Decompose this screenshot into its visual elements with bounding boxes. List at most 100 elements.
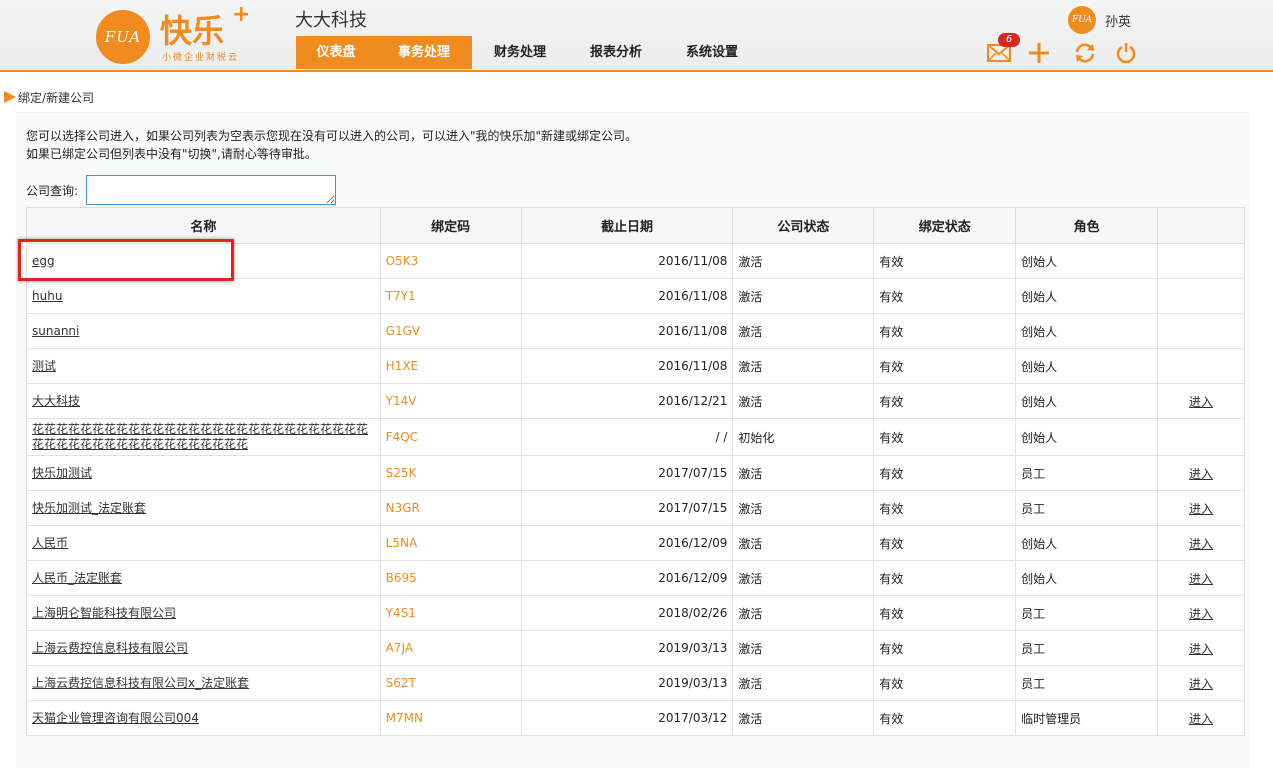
company-name-link[interactable]: 人民币_法定账套 <box>32 571 122 586</box>
company-name-link[interactable]: 上海云费控信息科技有限公司 <box>32 641 188 656</box>
current-company-name: 大大科技 <box>295 10 367 31</box>
company-name-link[interactable]: 人民币 <box>32 536 68 551</box>
refresh-icon[interactable] <box>1072 40 1098 66</box>
cell-role: 创始人 <box>1015 418 1158 456</box>
cell-name: 上海云费控信息科技有限公司x_法定账套 <box>26 665 381 701</box>
user-name[interactable]: 孙英 <box>1105 11 1131 30</box>
company-name-link[interactable]: egg <box>32 254 55 269</box>
cell-bind-status: 有效 <box>873 278 1017 314</box>
cell-action: 进入 <box>1157 490 1245 526</box>
cell-code: S25K <box>379 455 522 491</box>
cell-role: 创始人 <box>1015 383 1158 419</box>
power-icon[interactable] <box>1113 40 1139 66</box>
table-row: huhu T7Y1 2016/11/08 激活 有效 创始人 <box>26 278 1245 314</box>
cell-code: B695 <box>379 560 522 596</box>
enter-link[interactable]: 进入 <box>1189 712 1213 726</box>
nav-reports[interactable]: 报表分析 <box>568 36 664 69</box>
search-label: 公司查询: <box>26 184 79 198</box>
cell-date: 2017/07/15 <box>520 455 734 491</box>
cell-status: 激活 <box>732 595 875 631</box>
company-name-link[interactable]: sunanni <box>32 324 79 339</box>
cell-name: 上海明仑智能科技有限公司 <box>26 595 381 631</box>
cell-action <box>1157 313 1245 349</box>
cell-status: 激活 <box>732 383 875 419</box>
company-name-link[interactable]: 花花花花花花花花花花花花花花花花花花花花花花花花花花花花花花花花花花花花花花花花… <box>32 422 375 452</box>
breadcrumb-arrow-icon <box>4 91 16 103</box>
cell-status: 激活 <box>732 243 875 279</box>
nav-settings[interactable]: 系统设置 <box>664 36 760 69</box>
cell-action: 进入 <box>1157 595 1245 631</box>
table-row: 人民币 L5NA 2016/12/09 激活 有效 创始人 进入 <box>26 525 1245 561</box>
company-name-link[interactable]: 天猫企业管理咨询有限公司004 <box>32 711 199 726</box>
table-row: 上海云费控信息科技有限公司 A7JA 2019/03/13 激活 有效 员工 进入 <box>26 630 1245 666</box>
cell-code: Y14V <box>379 383 522 419</box>
cell-date: 2016/11/08 <box>520 243 734 279</box>
enter-link[interactable]: 进入 <box>1189 395 1213 409</box>
company-name-link[interactable]: 上海明仑智能科技有限公司 <box>32 606 176 621</box>
cell-action: 进入 <box>1157 700 1245 736</box>
cell-action <box>1157 243 1245 279</box>
company-name-link[interactable]: 快乐加测试 <box>32 466 92 481</box>
enter-link[interactable]: 进入 <box>1189 572 1213 586</box>
table-row: sunanni G1GV 2016/11/08 激活 有效 创始人 <box>26 313 1245 349</box>
enter-link[interactable]: 进入 <box>1189 537 1213 551</box>
company-name-link[interactable]: huhu <box>32 289 62 304</box>
col-header-bind: 绑定状态 <box>873 207 1017 244</box>
cell-role: 员工 <box>1015 665 1158 701</box>
cell-action <box>1157 278 1245 314</box>
cell-name: huhu <box>26 278 381 314</box>
company-name-link[interactable]: 上海云费控信息科技有限公司x_法定账套 <box>32 676 249 691</box>
cell-role: 员工 <box>1015 595 1158 631</box>
brand-logo[interactable]: FUA <box>96 10 150 64</box>
enter-link[interactable]: 进入 <box>1189 502 1213 516</box>
brand-plus: + <box>232 2 251 27</box>
company-name-link[interactable]: 快乐加测试_法定账套 <box>32 501 146 516</box>
table-header-row: 名称 绑定码 截止日期 公司状态 绑定状态 角色 <box>26 207 1245 244</box>
cell-code: H1XE <box>379 348 522 384</box>
company-name-link[interactable]: 测试 <box>32 359 56 374</box>
cell-role: 员工 <box>1015 455 1158 491</box>
cell-bind-status: 有效 <box>873 630 1017 666</box>
cell-action <box>1157 418 1245 456</box>
notice-line-1: 您可以选择公司进入，如果公司列表为空表示您现在没有可以进入的公司，可以进入"我的… <box>26 129 638 143</box>
user-avatar[interactable]: FUA <box>1068 6 1096 34</box>
table-row: 快乐加测试_法定账套 N3GR 2017/07/15 激活 有效 员工 进入 <box>26 490 1245 526</box>
cell-code: L5NA <box>379 525 522 561</box>
breadcrumb: 绑定/新建公司 <box>0 88 94 106</box>
company-search-input[interactable] <box>86 175 336 205</box>
add-icon[interactable] <box>1026 40 1052 66</box>
cell-action <box>1157 348 1245 384</box>
enter-link[interactable]: 进入 <box>1189 607 1213 621</box>
cell-date: 2016/12/09 <box>520 525 734 561</box>
brand-name: 快乐 <box>160 12 225 50</box>
nav-finance[interactable]: 财务处理 <box>472 36 568 69</box>
cell-role: 员工 <box>1015 490 1158 526</box>
cell-code: O5K3 <box>379 243 522 279</box>
table-row: 快乐加测试 S25K 2017/07/15 激活 有效 员工 进入 <box>26 455 1245 491</box>
cell-status: 激活 <box>732 525 875 561</box>
enter-link[interactable]: 进入 <box>1189 467 1213 481</box>
cell-status: 初始化 <box>732 418 875 456</box>
cell-role: 创始人 <box>1015 313 1158 349</box>
cell-code: G1GV <box>379 313 522 349</box>
cell-date: 2016/11/08 <box>520 313 734 349</box>
cell-role: 员工 <box>1015 630 1158 666</box>
cell-date: 2019/03/13 <box>520 665 734 701</box>
cell-bind-status: 有效 <box>873 313 1017 349</box>
cell-role: 临时管理员 <box>1015 700 1158 736</box>
cell-bind-status: 有效 <box>873 348 1017 384</box>
company-name-link[interactable]: 大大科技 <box>32 394 80 409</box>
cell-action: 进入 <box>1157 525 1245 561</box>
nav-transactions[interactable]: 事务处理 <box>376 36 472 69</box>
cell-name: 快乐加测试 <box>26 455 381 491</box>
cell-date: 2016/12/21 <box>520 383 734 419</box>
enter-link[interactable]: 进入 <box>1189 677 1213 691</box>
company-table: 名称 绑定码 截止日期 公司状态 绑定状态 角色 egg O5K3 2016/11/… <box>26 207 1245 736</box>
cell-name: 大大科技 <box>26 383 381 419</box>
nav-dashboard[interactable]: 仪表盘 <box>296 36 376 69</box>
cell-code: Y4S1 <box>379 595 522 631</box>
enter-link[interactable]: 进入 <box>1189 642 1213 656</box>
table-row: 花花花花花花花花花花花花花花花花花花花花花花花花花花花花花花花花花花花花花花花花… <box>26 418 1245 456</box>
cell-name: 测试 <box>26 348 381 384</box>
col-header-status: 公司状态 <box>732 207 875 244</box>
